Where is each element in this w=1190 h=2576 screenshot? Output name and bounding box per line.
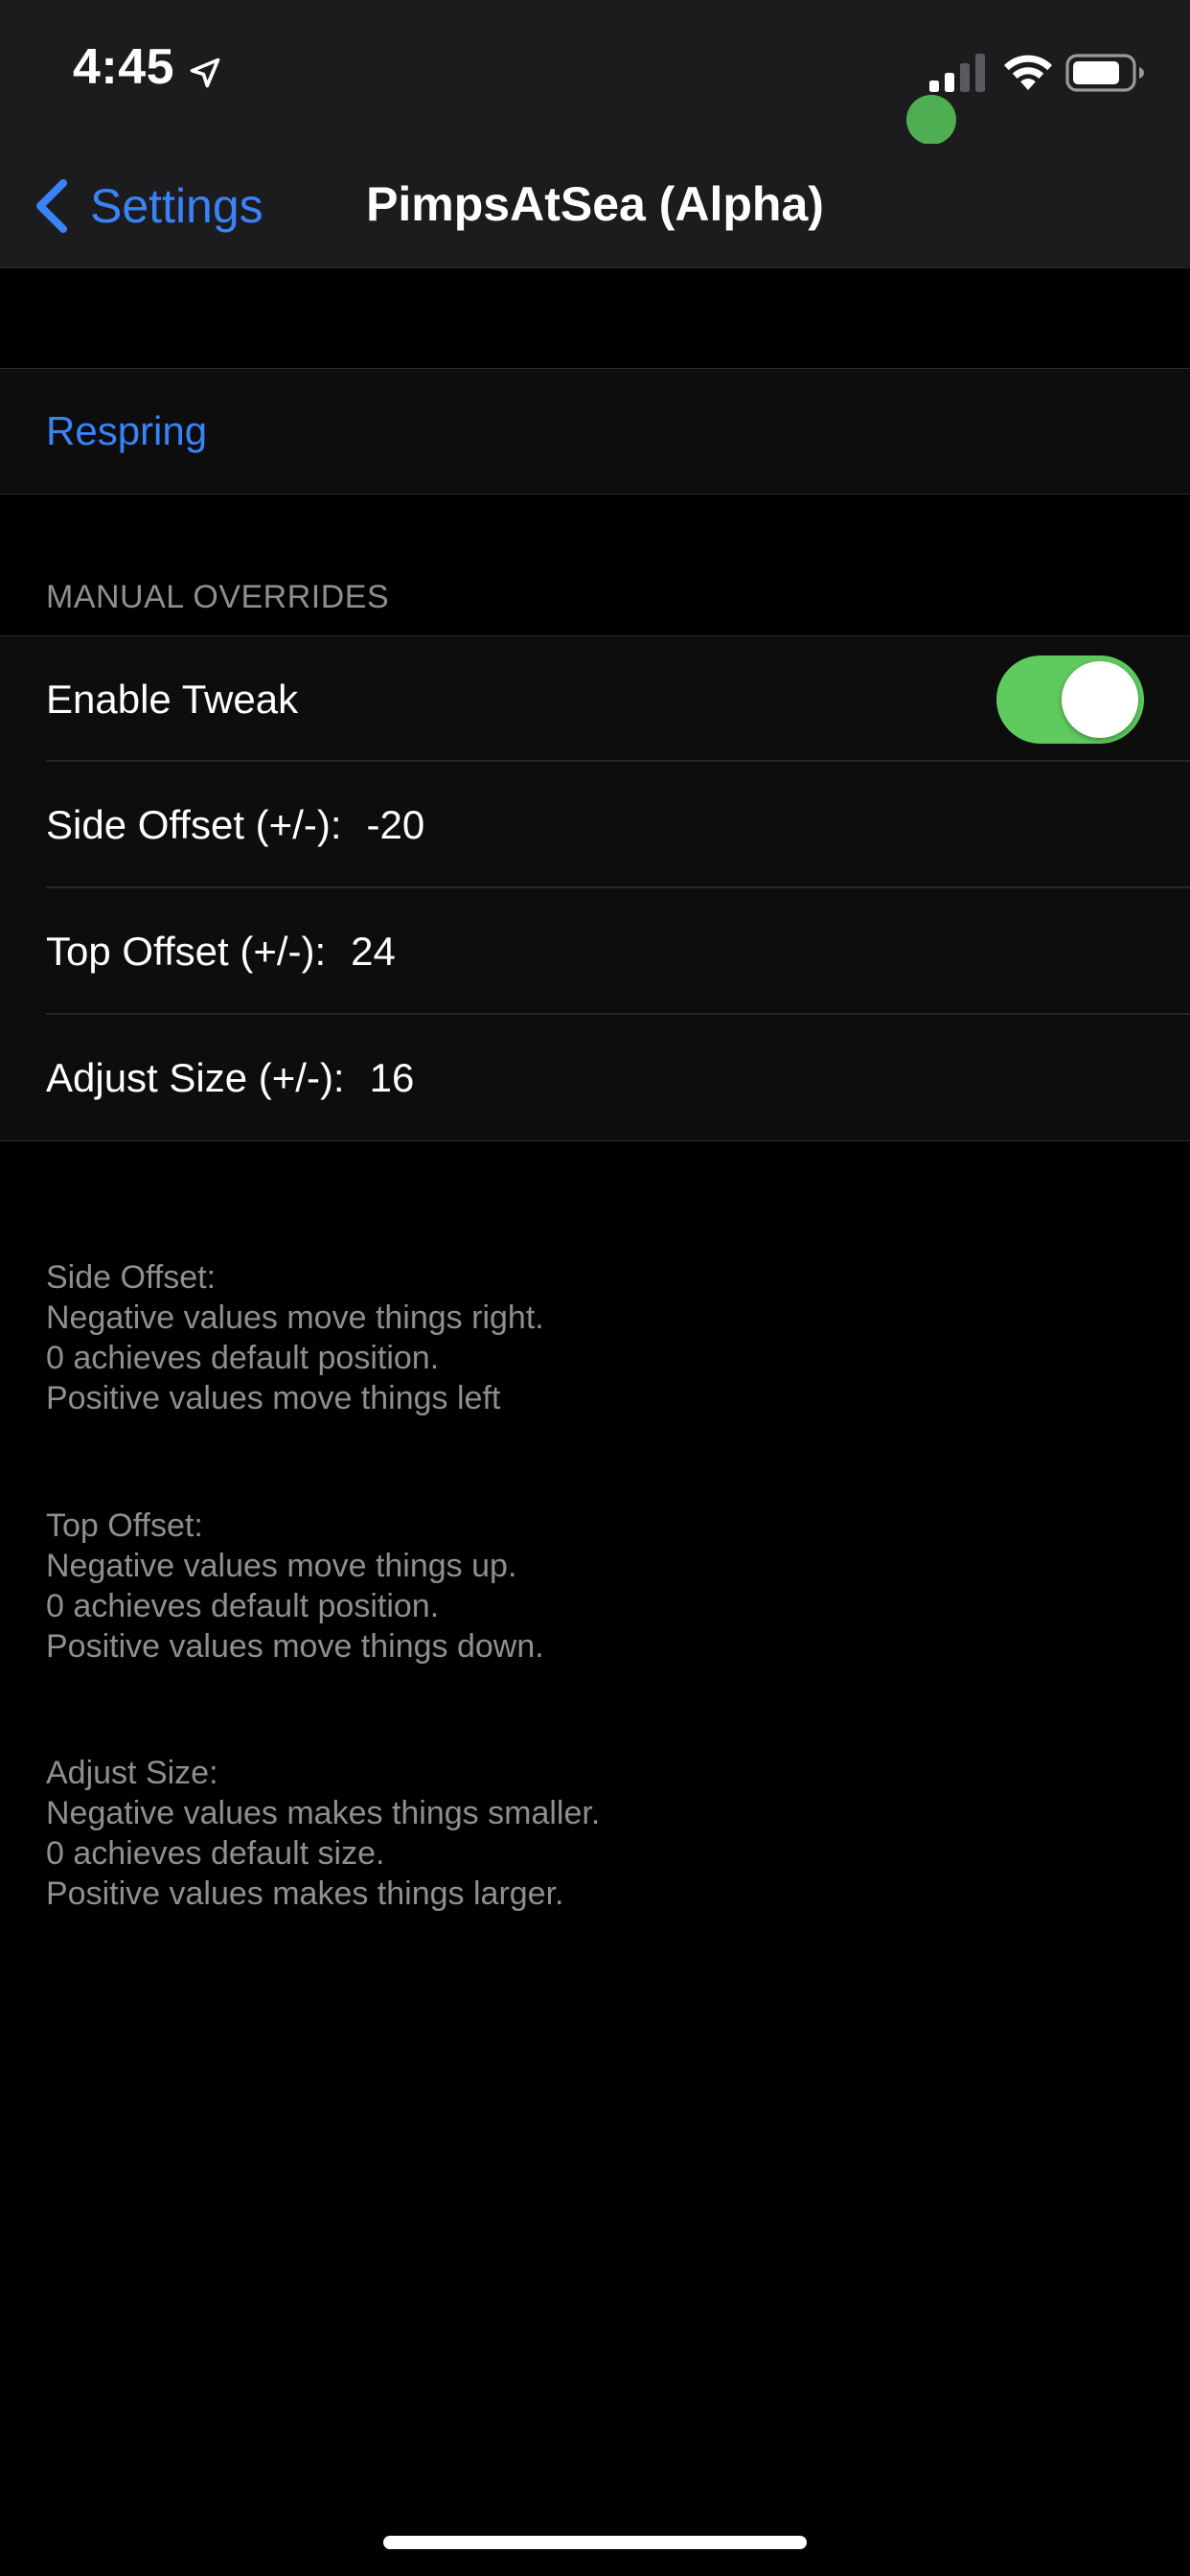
enable-tweak-toggle[interactable] [996,656,1144,744]
navigation-bar: Settings PimpsAtSea (Alpha) [0,144,1190,268]
footer-top-offset-help: Top Offset: Negative values move things … [46,1507,544,1665]
top-offset-label: Top Offset (+/-): [46,929,327,974]
adjust-size-cell[interactable]: Adjust Size (+/-): 16 [0,1015,1190,1141]
respring-cell[interactable]: Respring [0,368,1190,494]
battery-icon [1065,54,1144,92]
side-offset-cell[interactable]: Side Offset (+/-): -20 [0,762,1190,888]
enable-tweak-cell: Enable Tweak [0,635,1190,762]
top-offset-input[interactable]: 24 [351,929,396,975]
side-offset-input[interactable]: -20 [367,802,425,848]
adjust-size-input[interactable]: 16 [370,1055,415,1101]
home-indicator[interactable] [383,2536,807,2549]
top-offset-cell[interactable]: Top Offset (+/-): 24 [0,888,1190,1015]
status-time: 4:45 [73,39,175,95]
respring-button[interactable]: Respring [46,408,207,454]
footer-adjust-size-help: Adjust Size: Negative values makes thing… [46,1755,601,1912]
wifi-icon [1004,55,1052,90]
cellular-signal-icon [929,54,985,92]
camera-in-use-indicator [906,95,956,145]
status-bar: 4:45 [0,0,1190,145]
enable-tweak-label: Enable Tweak [46,676,299,722]
screen: 4:45 Settings PimpsAtSea (Alpha) Resprin… [0,0,1190,2576]
location-arrow-icon [190,58,220,88]
toggle-knob [1062,661,1138,738]
section-header-manual-overrides: MANUAL OVERRIDES [46,579,390,615]
page-title: PimpsAtSea (Alpha) [366,177,824,231]
footer-side-offset-help: Side Offset: Negative values move things… [46,1259,544,1416]
adjust-size-label: Adjust Size (+/-): [46,1054,345,1100]
side-offset-label: Side Offset (+/-): [46,802,342,847]
